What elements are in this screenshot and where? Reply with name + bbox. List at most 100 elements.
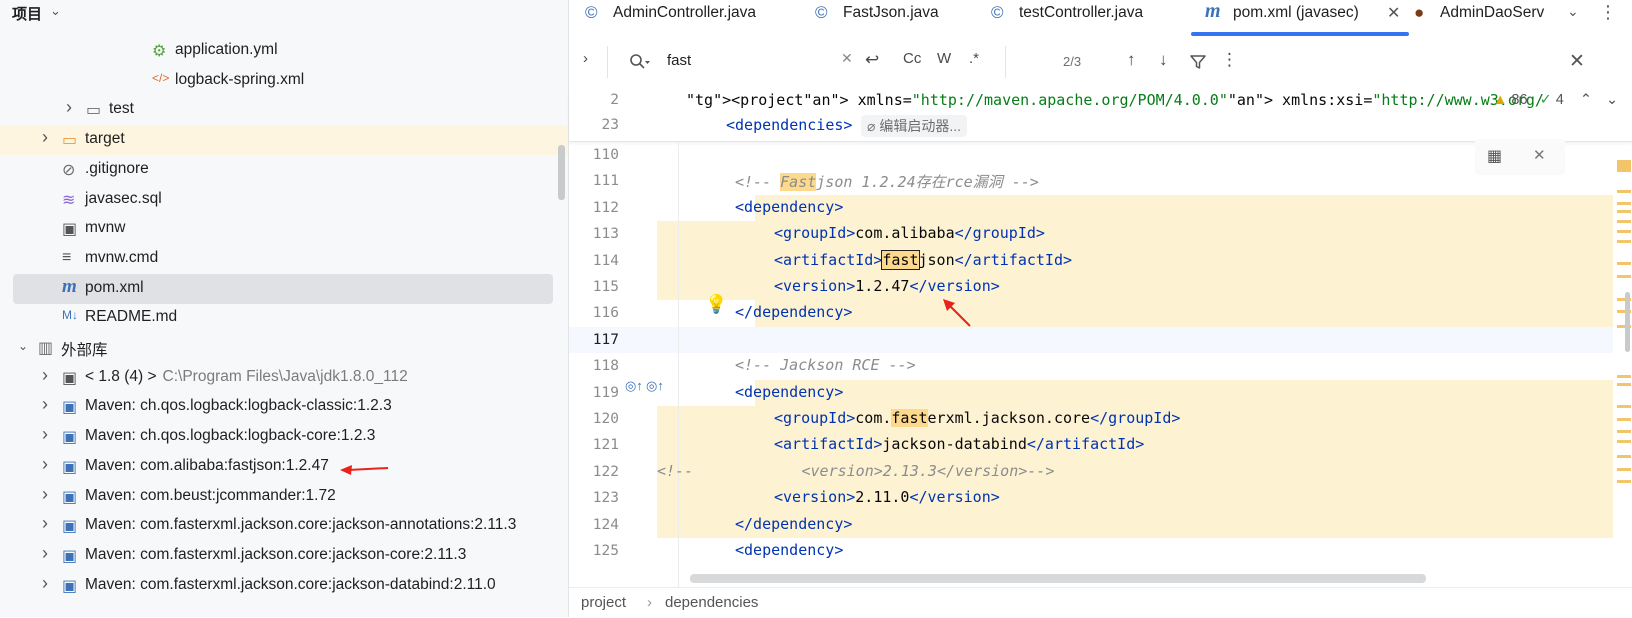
stripe-mark[interactable] — [1617, 440, 1631, 443]
filter-icon[interactable] — [1189, 53, 1207, 71]
tree-item[interactable]: › ▣ Maven: com.fasterxml.jackson.core:jack… — [0, 511, 568, 541]
error-stripe — [1613, 150, 1632, 590]
stripe-mark[interactable] — [1617, 275, 1631, 278]
more-icon[interactable]: ⋮ — [1221, 50, 1238, 70]
stripe-mark[interactable] — [1617, 230, 1631, 233]
chevron-down-icon[interactable]: ⌄ — [1606, 92, 1618, 108]
stripe-mark[interactable] — [1617, 202, 1631, 205]
tree-item[interactable]: › ▣ Maven: com.alibaba:fastjson:1.2.47 — [0, 452, 568, 482]
chevron-down-icon[interactable]: ⌄ — [1567, 3, 1579, 20]
code-editor[interactable]: 110 111 <!-- Fastjson 1.2.24存在rce漏洞 --> 112… — [569, 142, 1632, 587]
chevron-right-icon[interactable]: › — [42, 424, 48, 445]
stripe-mark[interactable] — [1617, 418, 1631, 421]
stripe-mark[interactable] — [1617, 210, 1631, 213]
arrow-up-icon[interactable]: ↑ — [1127, 50, 1136, 70]
chevron-right-icon[interactable]: › — [583, 50, 588, 67]
close-icon[interactable]: ✕ — [1387, 3, 1400, 23]
lightbulb-icon[interactable]: 💡 — [705, 294, 727, 315]
code-line[interactable]: <!-- Fastjson 1.2.24存在rce漏洞 --> — [735, 171, 1039, 192]
chevron-up-icon[interactable]: ⌃ — [1580, 92, 1592, 108]
tree-item[interactable]: ▣ mvnw — [0, 214, 568, 244]
tree-item[interactable]: › ▣ Maven: com.fasterxml.jackson.core:jack… — [0, 571, 568, 601]
chevron-right-icon[interactable]: › — [42, 365, 48, 386]
stripe-mark[interactable] — [1617, 468, 1631, 471]
chevron-right-icon[interactable]: › — [42, 484, 48, 505]
match-case-toggle[interactable]: Cc — [903, 50, 921, 67]
stripe-mark[interactable] — [1617, 405, 1631, 408]
tree-item[interactable]: › ▣ Maven: ch.qos.logback:logback-classic:… — [0, 392, 568, 422]
close-icon[interactable]: ✕ — [1533, 146, 1546, 164]
chevron-right-icon[interactable]: › — [42, 573, 48, 594]
override-up-icon[interactable]: ◎↑ — [646, 378, 664, 394]
tree-item[interactable]: M↓ README.md — [0, 303, 568, 333]
code-line[interactable]: <artifactId>jackson-databind</artifactId… — [774, 435, 1144, 453]
tree-item[interactable]: ⊘ .gitignore — [0, 155, 568, 185]
editor-tab-bar: © AdminController.java © FastJson.java ©… — [569, 0, 1632, 37]
tree-item[interactable]: ⚙ application.yml — [0, 36, 568, 66]
tree-item[interactable]: m pom.xml — [13, 273, 553, 304]
stripe-mark[interactable] — [1617, 375, 1631, 378]
tree-item[interactable]: </> logback-spring.xml — [0, 66, 568, 96]
chevron-down-icon[interactable]: ⌄ — [50, 3, 61, 19]
code-line[interactable]: <groupId>com.alibaba</groupId> — [774, 224, 1045, 242]
chevron-right-icon[interactable]: › — [42, 394, 48, 415]
code-line[interactable]: <dependency> — [735, 541, 843, 559]
chevron-down-icon[interactable]: ⌄ — [18, 339, 28, 353]
stripe-mark[interactable] — [1617, 160, 1631, 172]
sticky-line-project[interactable]: "tg"><project"an"> xmlns="http://maven.a… — [686, 91, 1544, 109]
reader-mode-icon[interactable]: ▦ — [1487, 146, 1502, 166]
stripe-mark[interactable] — [1617, 383, 1631, 386]
horizontal-scrollbar[interactable] — [690, 574, 1426, 583]
code-line[interactable]: <!-- <version>2.13.3</version>--> — [657, 462, 1054, 480]
arrow-down-icon[interactable]: ↓ — [1159, 50, 1168, 70]
code-line[interactable]: <artifactId>fastjson</artifactId> — [774, 249, 1072, 270]
close-icon[interactable]: ✕ — [1569, 50, 1585, 73]
stripe-mark[interactable] — [1617, 190, 1631, 193]
stripe-mark[interactable] — [1617, 430, 1631, 433]
tree-item[interactable]: › ▣ Maven: ch.qos.logback:logback-core:1.2… — [0, 422, 568, 452]
regex-toggle[interactable]: .* — [969, 50, 979, 67]
chevron-right-icon[interactable]: › — [42, 543, 48, 564]
stripe-mark[interactable] — [1617, 240, 1631, 243]
tree-item[interactable]: › ▣ < 1.8 (4) > C:\Program Files\Java\jdk1.… — [0, 363, 568, 393]
tree-item[interactable]: ≡ mvnw.cmd — [0, 244, 568, 274]
code-line[interactable]: <!-- Jackson RCE --> — [735, 356, 916, 374]
stripe-mark[interactable] — [1617, 455, 1631, 458]
tree-item[interactable]: ⌄ ▥ 外部库 — [0, 333, 568, 363]
breadcrumb-item[interactable]: project — [581, 594, 626, 611]
whole-word-toggle[interactable]: W — [937, 50, 951, 67]
chevron-right-icon[interactable]: › — [42, 454, 48, 475]
tree-item[interactable]: › ▣ Maven: com.beust:jcommander:1.72 — [0, 482, 568, 512]
code-line[interactable]: <version>1.2.47</version> — [774, 277, 1000, 295]
inspection-widget[interactable]: ▲ 86 ✓ 4 ⌃ ⌄ — [1493, 92, 1618, 108]
tree-item[interactable]: › ▣ Maven: com.fasterxml.jackson.core:jack… — [0, 541, 568, 571]
tree-item-label: Maven: com.alibaba:fastjson:1.2.47 — [85, 456, 329, 474]
stripe-mark[interactable] — [1617, 262, 1631, 265]
chevron-right-icon[interactable]: › — [66, 97, 72, 118]
stripe-mark[interactable] — [1617, 480, 1631, 483]
chevron-right-icon[interactable]: › — [42, 127, 48, 148]
code-line[interactable]: <version>2.11.0</version> — [774, 488, 1000, 506]
code-line[interactable]: <dependency> — [735, 198, 843, 216]
code-line[interactable]: <groupId>com.fasterxml.jackson.core</gro… — [774, 409, 1180, 427]
code-line[interactable]: </dependency> — [735, 515, 852, 533]
find-input[interactable]: fast — [667, 52, 691, 69]
newline-icon[interactable]: ↩ — [865, 50, 879, 70]
search-icon[interactable] — [629, 53, 651, 71]
project-scrollbar[interactable] — [558, 145, 565, 200]
chevron-right-icon[interactable]: › — [42, 513, 48, 534]
sticky-line-dependencies[interactable]: <dependencies> — [726, 116, 852, 134]
tree-item[interactable]: › ▭ target — [0, 125, 568, 156]
code-line[interactable]: <dependency> — [735, 383, 843, 401]
breadcrumb-item[interactable]: dependencies — [665, 594, 758, 611]
clear-icon[interactable]: ✕ — [841, 50, 853, 67]
project-panel-title[interactable]: 项目 — [12, 3, 42, 24]
tree-item[interactable]: › ▭ test — [0, 95, 568, 125]
stripe-mark[interactable] — [1617, 220, 1631, 223]
edit-starters-hint[interactable]: ⌀ 编辑启动器... — [861, 115, 967, 137]
more-icon[interactable]: ⋮ — [1599, 2, 1617, 23]
override-up-icon[interactable]: ◎↑ — [625, 378, 643, 394]
vertical-scrollbar[interactable] — [1625, 292, 1630, 352]
code-line[interactable]: </dependency> — [735, 303, 852, 321]
tree-item[interactable]: ≋ javasec.sql — [0, 185, 568, 215]
